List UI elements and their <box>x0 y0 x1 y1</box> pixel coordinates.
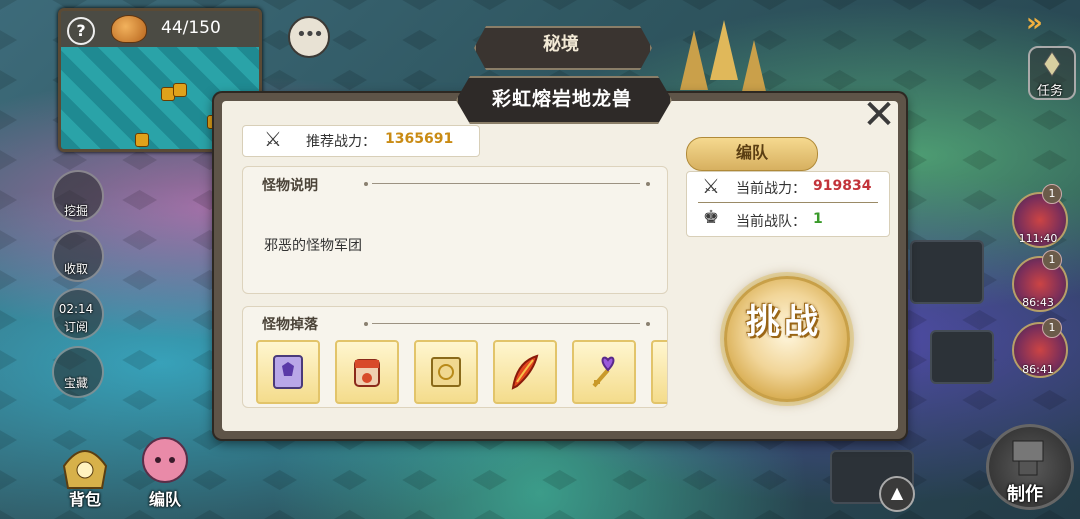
dragon-crystal <box>680 30 708 90</box>
dragon-crystal <box>740 40 768 100</box>
drop-item-slot[interactable] <box>256 340 320 404</box>
map-rock <box>930 330 994 384</box>
team-button[interactable] <box>134 432 196 488</box>
drop-item-slot-partial[interactable] <box>651 340 667 404</box>
purple-scroll-icon <box>273 355 303 389</box>
timer-badge-3: 1 <box>1042 318 1062 338</box>
subscribe-timer: 02:14 <box>58 302 94 316</box>
drop-item-slot[interactable] <box>335 340 399 404</box>
monster-description-title: 怪物说明 <box>262 178 318 194</box>
chess-king-icon: ♚ <box>703 207 720 228</box>
gold-map-icon <box>431 357 461 387</box>
timer-text-2: 86:43 <box>1022 296 1054 309</box>
drop-item-slot[interactable] <box>414 340 478 404</box>
task-leaf-icon <box>1043 51 1061 77</box>
drop-item-slot[interactable] <box>572 340 636 404</box>
crossed-swords-icon: ⚔ <box>264 127 282 151</box>
scroll-up-icon[interactable]: ▲ <box>879 476 915 512</box>
monster-drops-title: 怪物掉落 <box>262 317 318 333</box>
divider-line <box>372 183 640 184</box>
minimap-marker <box>173 83 187 97</box>
timer-text-3: 86:41 <box>1022 363 1054 376</box>
bread-stamina-icon <box>111 15 147 43</box>
anvil-icon <box>1012 440 1044 476</box>
expand-arrow-icon[interactable]: » <box>1026 8 1068 38</box>
team-tab[interactable]: 编队 <box>686 137 818 171</box>
help-icon[interactable]: ? <box>67 17 95 45</box>
current-power-value: 919834 <box>813 178 872 194</box>
chat-button[interactable]: ••• <box>288 16 330 58</box>
team-divider <box>698 202 878 203</box>
current-team-value: 1 <box>813 211 823 227</box>
timer-badge-2: 1 <box>1042 250 1062 270</box>
team-avatar-icon <box>142 437 188 483</box>
recommended-power-label: 推荐战力： <box>306 134 376 150</box>
task-label: 任务 <box>1036 84 1063 99</box>
category-title: 秘境 <box>543 34 579 55</box>
timer-badge-1: 1 <box>1042 184 1062 204</box>
heart-key-icon <box>592 356 615 388</box>
bag-button[interactable] <box>54 436 116 492</box>
collect-label: 收取 <box>63 262 88 276</box>
team-label: 编队 <box>148 490 181 509</box>
monster-description-text: 邪恶的怪物军团 <box>264 238 362 254</box>
craft-label: 制作 <box>1007 484 1043 505</box>
subscribe-label: 订阅 <box>63 320 88 334</box>
minimap-marker <box>135 133 149 147</box>
fire-feather-icon <box>511 354 539 390</box>
bag-label: 背包 <box>68 490 101 509</box>
divider-dot <box>646 182 650 186</box>
stamina-counter: 44/150 <box>161 18 221 38</box>
divider-dot <box>646 322 650 326</box>
divider-dot <box>364 322 368 326</box>
drop-item-slot[interactable] <box>493 340 557 404</box>
boss-title: 彩虹熔岩地龙兽 <box>491 88 632 110</box>
bag-icon <box>62 450 108 489</box>
dragon-crystal <box>710 20 738 80</box>
red-scroll-icon <box>354 359 380 387</box>
current-power-label: 当前战力： <box>736 181 806 197</box>
divider-dot <box>364 182 368 186</box>
close-icon[interactable]: ✕ <box>860 95 898 135</box>
challenge-label: 挑战 <box>746 302 822 342</box>
timer-text-1: 111:40 <box>1018 232 1058 245</box>
recommended-power-value: 1365691 <box>385 131 454 147</box>
divider-line <box>372 323 640 324</box>
treasure-label: 宝藏 <box>63 376 88 390</box>
dig-label: 挖掘 <box>63 204 88 218</box>
current-team-label: 当前战队： <box>736 214 806 230</box>
map-rock <box>910 240 984 304</box>
crossed-swords-icon: ⚔ <box>702 174 720 198</box>
